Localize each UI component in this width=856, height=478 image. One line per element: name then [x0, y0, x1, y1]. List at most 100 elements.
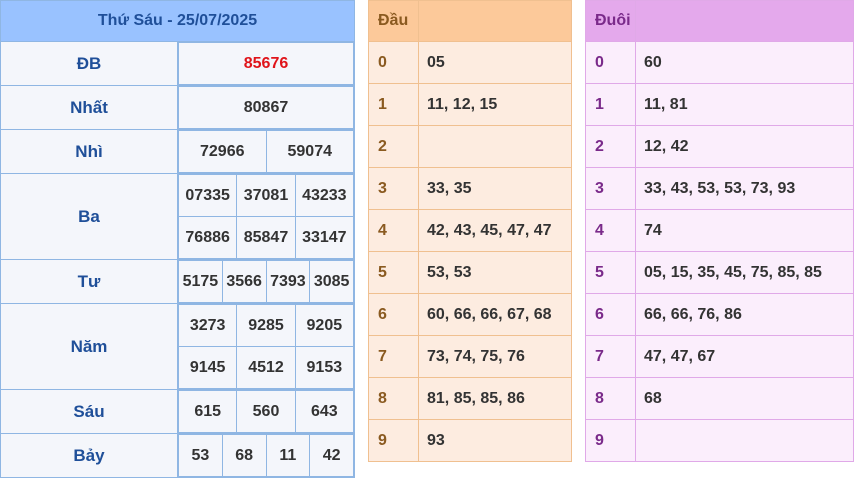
prize-number: 11 — [265, 434, 311, 477]
prize-row: Năm 3273 9285 9205 9145 4512 9153 — [0, 303, 355, 390]
prize-grid: 615 560 643 — [177, 390, 355, 433]
dau-numbers — [418, 125, 572, 168]
prize-line: 72966 59074 — [178, 130, 354, 173]
dau-row: 0 05 — [368, 41, 572, 84]
dau-digit: 5 — [368, 251, 419, 294]
dau-digit: 0 — [368, 41, 419, 84]
duoi-digit: 8 — [585, 377, 636, 420]
dau-digit: 7 — [368, 335, 419, 378]
dau-row: 2 — [368, 125, 572, 168]
prize-row: ĐB 85676 — [0, 41, 355, 86]
dau-row: 9 93 — [368, 419, 572, 462]
duoi-numbers: 47, 47, 67 — [635, 335, 854, 378]
duoi-digit: 5 — [585, 251, 636, 294]
prize-line: 80867 — [178, 86, 354, 129]
special-prize-number: 85676 — [178, 42, 354, 85]
duoi-row: 1 11, 81 — [585, 83, 854, 126]
dau-row: 6 60, 66, 66, 67, 68 — [368, 293, 572, 336]
prize-values: 5175 3566 7393 3085 — [177, 259, 355, 304]
results-table: Thứ Sáu - 25/07/2025 ĐB 85676 Nhất 80867 Nhì 7… — [0, 0, 355, 478]
prize-line: 76886 85847 33147 — [177, 216, 355, 259]
prize-line: 53 68 11 42 — [178, 434, 354, 477]
prize-number: 42 — [309, 434, 354, 477]
dau-digit: 2 — [368, 125, 419, 168]
duoi-digit: 3 — [585, 167, 636, 210]
prize-number: 3085 — [309, 260, 354, 303]
prize-number: 68 — [221, 434, 267, 477]
prize-values: 615 560 643 — [177, 389, 355, 434]
dau-numbers: 81, 85, 85, 86 — [418, 377, 572, 420]
dau-numbers: 60, 66, 66, 67, 68 — [418, 293, 572, 336]
prize-line: 5175 3566 7393 3085 — [178, 260, 354, 303]
dau-row: 3 33, 35 — [368, 167, 572, 210]
prize-values: 53 68 11 42 — [177, 433, 355, 478]
prize-values: 07335 37081 43233 76886 85847 33147 — [177, 173, 355, 260]
prize-row: Ba 07335 37081 43233 76886 85847 33147 — [0, 173, 355, 260]
prize-number: 3273 — [177, 304, 238, 347]
prize-label: Ba — [0, 173, 178, 260]
prize-number: 76886 — [177, 216, 238, 259]
duoi-row: 8 68 — [585, 377, 854, 420]
prize-row: Sáu 615 560 643 — [0, 389, 355, 434]
duoi-numbers: 74 — [635, 209, 854, 252]
prize-grid: 80867 — [178, 86, 354, 129]
duoi-digit: 9 — [585, 419, 636, 462]
prize-number: 43233 — [294, 174, 355, 217]
duoi-numbers: 68 — [635, 377, 854, 420]
prize-row: Nhì 72966 59074 — [0, 129, 355, 174]
dau-numbers: 53, 53 — [418, 251, 572, 294]
prize-values: 72966 59074 — [177, 129, 355, 174]
dau-numbers: 93 — [418, 419, 572, 462]
prize-label: Bảy — [0, 433, 178, 478]
prize-number: 53 — [178, 434, 223, 477]
dau-digit: 6 — [368, 293, 419, 336]
duoi-row: 9 — [585, 419, 854, 462]
duoi-digit: 4 — [585, 209, 636, 252]
dau-numbers: 73, 74, 75, 76 — [418, 335, 572, 378]
prize-row: Tư 5175 3566 7393 3085 — [0, 259, 355, 304]
results-grid: Thứ Sáu - 25/07/2025 ĐB 85676 Nhất 80867 Nhì 7… — [0, 0, 355, 478]
duoi-numbers: 12, 42 — [635, 125, 854, 168]
dau-header: Đầu — [368, 0, 419, 42]
duoi-row: 5 05, 15, 35, 45, 75, 85, 85 — [585, 251, 854, 294]
prize-number: 9153 — [294, 346, 355, 389]
dau-numbers: 05 — [418, 41, 572, 84]
prize-number: 560 — [236, 390, 296, 433]
duoi-row: 0 60 — [585, 41, 854, 84]
duoi-header-row: Đuôi — [585, 0, 854, 42]
prize-grid: 5175 3566 7393 3085 — [178, 260, 354, 303]
duoi-digit: 1 — [585, 83, 636, 126]
duoi-digit: 2 — [585, 125, 636, 168]
dau-row: 1 11, 12, 15 — [368, 83, 572, 126]
duoi-row: 4 74 — [585, 209, 854, 252]
prize-line: 9145 4512 9153 — [177, 346, 355, 389]
duoi-numbers — [635, 419, 854, 462]
prize-values: 80867 — [177, 85, 355, 130]
dau-digit: 9 — [368, 419, 419, 462]
results-title: Thứ Sáu - 25/07/2025 — [0, 0, 355, 42]
prize-label: Tư — [0, 259, 178, 304]
prize-line: 3273 9285 9205 — [177, 304, 355, 347]
prize-number: 5175 — [178, 260, 223, 303]
prize-row: Nhất 80867 — [0, 85, 355, 130]
dau-header-blank — [418, 0, 572, 42]
dau-numbers: 42, 43, 45, 47, 47 — [418, 209, 572, 252]
duoi-row: 6 66, 66, 76, 86 — [585, 293, 854, 336]
dau-row: 4 42, 43, 45, 47, 47 — [368, 209, 572, 252]
prize-label: Năm — [0, 303, 178, 390]
dau-numbers: 33, 35 — [418, 167, 572, 210]
dau-row: 7 73, 74, 75, 76 — [368, 335, 572, 378]
duoi-row: 2 12, 42 — [585, 125, 854, 168]
prize-label: Sáu — [0, 389, 178, 434]
duoi-row: 3 33, 43, 53, 53, 73, 93 — [585, 167, 854, 210]
prize-label: ĐB — [0, 41, 178, 86]
prize-number: 4512 — [236, 346, 296, 389]
dau-row: 8 81, 85, 85, 86 — [368, 377, 572, 420]
prize-number: 37081 — [236, 174, 296, 217]
dau-row: 5 53, 53 — [368, 251, 572, 294]
duoi-numbers: 33, 43, 53, 53, 73, 93 — [635, 167, 854, 210]
prize-label: Nhất — [0, 85, 178, 130]
prize-number: 80867 — [178, 86, 354, 129]
prize-number: 7393 — [265, 260, 311, 303]
prize-values: 85676 — [177, 41, 355, 86]
